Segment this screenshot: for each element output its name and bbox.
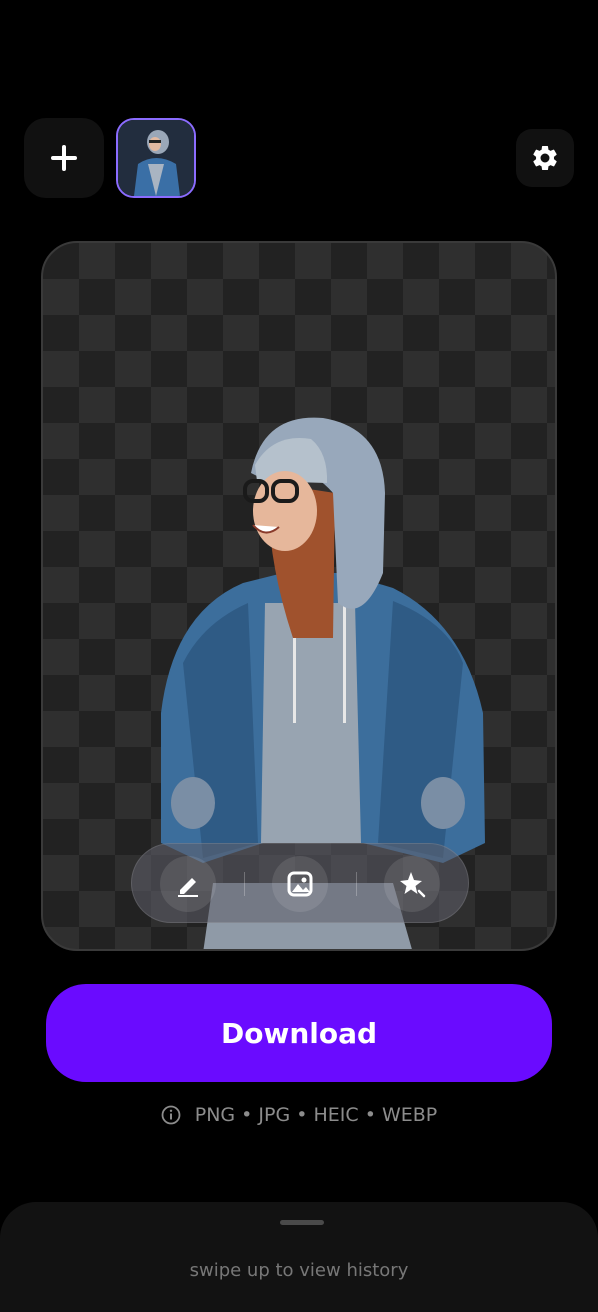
thumbnail-person-image	[118, 120, 194, 196]
image-thumbnail[interactable]	[116, 118, 196, 198]
supported-formats: PNG • JPG • HEIC • WEBP	[0, 1100, 598, 1130]
toolbar-divider	[244, 872, 245, 896]
image-background-icon	[287, 871, 313, 897]
toolbar-background-button[interactable]	[272, 856, 328, 912]
preview-canvas[interactable]	[41, 241, 557, 951]
info-icon	[161, 1105, 181, 1125]
magic-sparkle-icon	[400, 872, 426, 898]
toolbar-magic-button[interactable]	[384, 856, 440, 912]
toolbar-divider	[356, 872, 357, 896]
formats-text: PNG • JPG • HEIC • WEBP	[194, 1104, 438, 1126]
edit-toolbar	[131, 843, 469, 923]
plus-icon	[51, 145, 77, 171]
add-image-button[interactable]	[24, 118, 104, 198]
pencil-edit-icon	[178, 878, 198, 897]
history-sheet[interactable]: swipe up to view history	[0, 1202, 598, 1312]
history-hint: swipe up to view history	[189, 1260, 409, 1281]
download-button-label: Download	[220, 1016, 378, 1050]
settings-button[interactable]	[516, 129, 574, 187]
gear-icon	[533, 145, 557, 170]
toolbar-erase-button[interactable]	[160, 856, 216, 912]
top-bar	[0, 0, 598, 220]
download-button[interactable]: Download	[46, 984, 552, 1082]
drag-handle[interactable]	[280, 1220, 324, 1225]
